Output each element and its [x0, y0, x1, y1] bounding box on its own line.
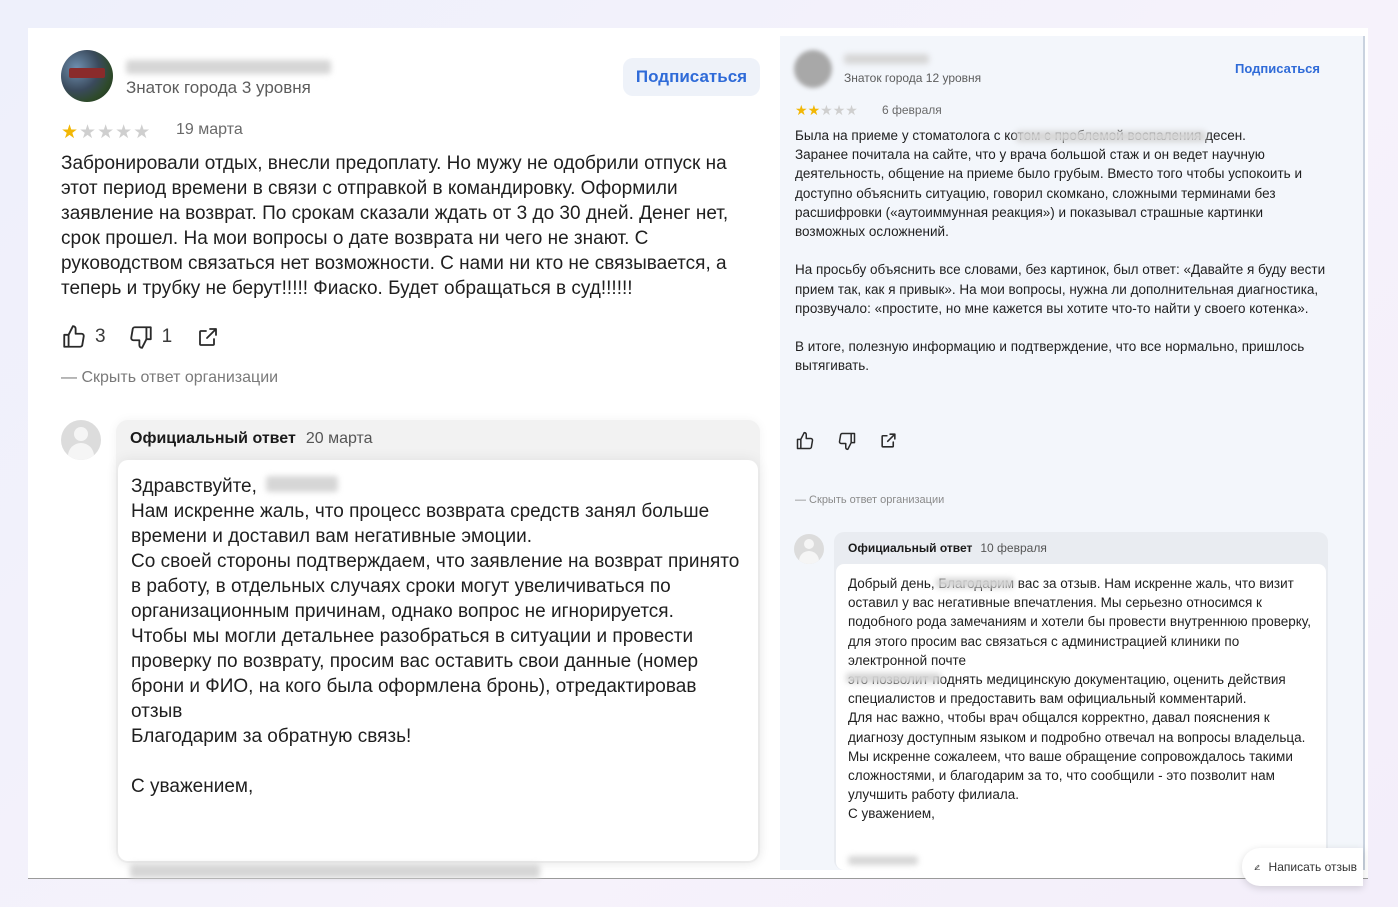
star-icon: ★	[795, 102, 808, 118]
organization-avatar	[61, 420, 101, 460]
doctor-name-redacted	[1016, 131, 1206, 142]
name-redacted	[936, 578, 1014, 588]
share-icon	[199, 328, 218, 346]
star-icon: ★	[115, 122, 134, 143]
official-answer: Официальный ответ 10 февраля Добрый день,…	[834, 532, 1328, 870]
answer-body: Добрый день, Благодарим вас за отзыв. На…	[836, 564, 1326, 870]
share-icon[interactable]	[879, 431, 898, 450]
star-icon: ★	[97, 122, 116, 143]
dislike-count: 1	[161, 326, 173, 347]
author-name-redacted	[126, 60, 331, 74]
review-text: Была на приеме у стоматолога с котом с п…	[795, 128, 1326, 374]
subscribe-button[interactable]: Подписаться	[623, 58, 760, 96]
organization-avatar	[794, 534, 824, 564]
star-icon: ★	[832, 102, 846, 118]
review-actions	[795, 431, 898, 451]
name-redacted	[266, 476, 338, 492]
signature-redacted	[130, 864, 540, 878]
rating-stars: ★★★★★	[795, 102, 858, 119]
thumb-down-icon	[129, 326, 152, 349]
star-icon: ★	[133, 122, 152, 143]
screenshot-canvas: Знаток города 3 уровня Подписаться ★★★★★…	[28, 28, 1368, 886]
answer-title: Официальный ответ	[130, 430, 296, 447]
star-icon: ★	[807, 102, 821, 118]
star-icon: ★	[79, 122, 98, 143]
review-date: 19 марта	[176, 121, 243, 138]
like-button[interactable]: 3	[61, 324, 106, 350]
thumb-up-icon	[63, 325, 85, 348]
answer-date: 20 марта	[305, 430, 373, 447]
share-button[interactable]	[196, 325, 220, 349]
dislike-button[interactable]: 1	[128, 324, 173, 350]
official-answer: Официальный ответ 20 марта Здравствуйте, …	[116, 420, 760, 878]
subscribe-button[interactable]: Подписаться	[1235, 61, 1320, 76]
pencil-icon	[1254, 864, 1261, 871]
star-icon: ★	[820, 102, 833, 118]
answer-header: Официальный ответ 10 февраля	[848, 541, 1047, 555]
thumb-up-icon[interactable]	[795, 431, 815, 451]
rating-stars: ★★★★★	[61, 121, 151, 144]
like-count: 3	[95, 326, 106, 347]
author-name-redacted	[844, 54, 929, 64]
review-actions: 3 1	[61, 323, 220, 351]
write-review-button[interactable]: Написать отзыв	[1242, 848, 1363, 886]
author-avatar[interactable]	[794, 50, 832, 88]
answer-text: Здравствуйте, Нам искренне жаль, что про…	[131, 476, 740, 797]
hide-answer-link[interactable]: — Скрыть ответ организации	[61, 369, 278, 387]
right-review-card: Знаток города 12 уровня Подписаться ★★★★…	[780, 36, 1365, 886]
star-icon: ★	[845, 102, 858, 118]
hide-answer-link[interactable]: — Скрыть ответ организации	[795, 494, 944, 506]
left-review-card: Знаток города 3 уровня Подписаться ★★★★★…	[28, 28, 778, 878]
email-redacted	[846, 673, 941, 683]
author-level: Знаток города 3 уровня	[126, 78, 311, 97]
answer-title: Официальный ответ	[848, 541, 973, 555]
write-review-label: Написать отзыв	[1268, 860, 1357, 874]
answer-header: Официальный ответ 20 марта	[130, 430, 373, 448]
review-date: 6 февраля	[882, 103, 942, 117]
star-icon: ★	[61, 122, 80, 143]
author-level: Знаток города 12 уровня	[844, 71, 982, 85]
thumb-down-icon[interactable]	[837, 431, 857, 451]
review-text: Забронировали отдых, внесли предоплату. …	[61, 153, 729, 299]
answer-date: 10 февраля	[980, 541, 1047, 555]
answer-body: Здравствуйте, Нам искренне жаль, что про…	[118, 460, 758, 878]
author-avatar[interactable]	[61, 50, 113, 102]
signature-redacted	[848, 856, 918, 865]
answer-text: Добрый день, Благодарим вас за отзыв. На…	[848, 576, 1311, 822]
